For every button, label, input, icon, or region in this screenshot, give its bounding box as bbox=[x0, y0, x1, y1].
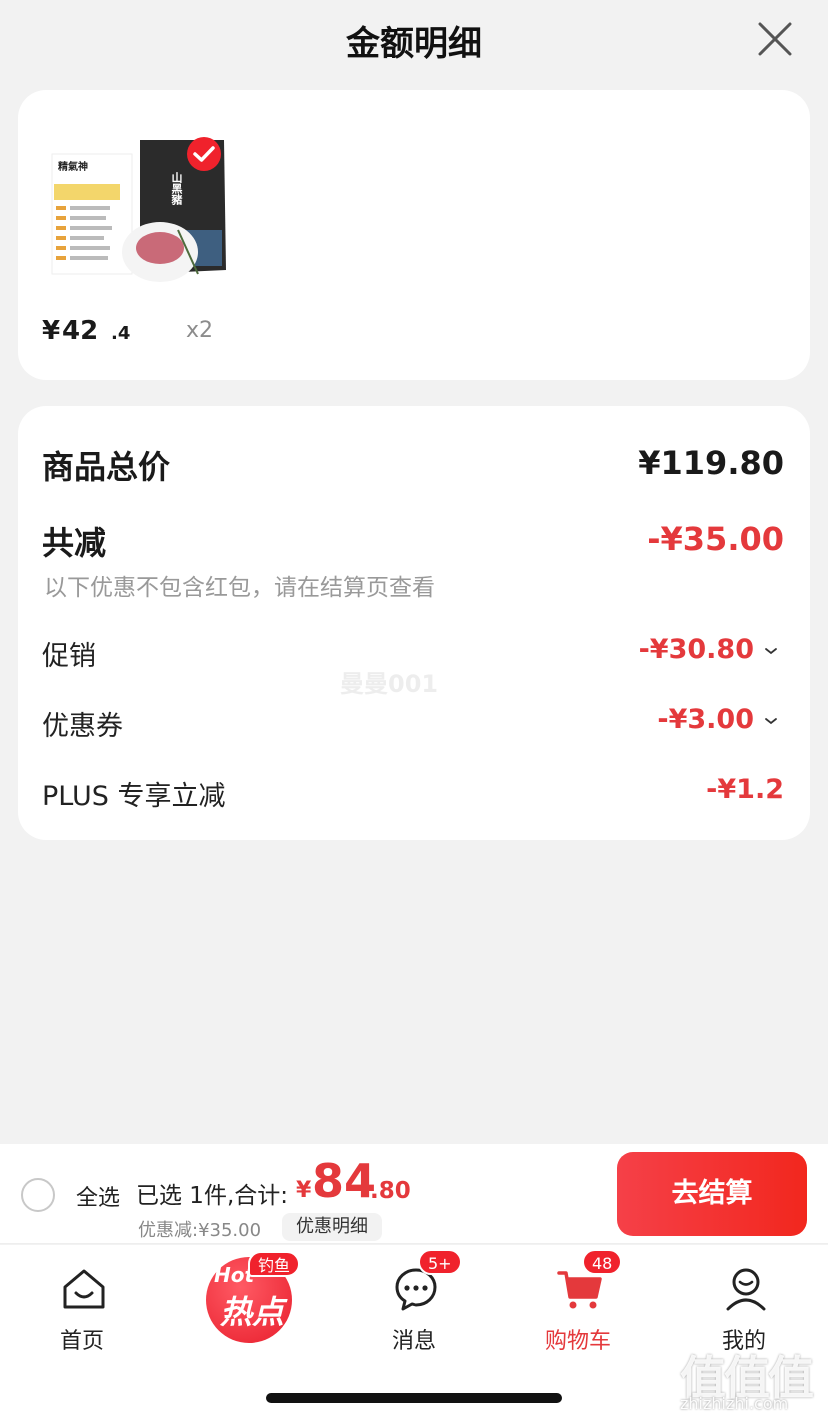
total-price-label: 商品总价 bbox=[42, 448, 171, 486]
checkout-button[interactable]: 去结算 bbox=[617, 1152, 807, 1236]
tab-home[interactable]: 首页 bbox=[22, 1255, 142, 1355]
messages-badge: 5+ bbox=[418, 1249, 462, 1275]
tab-messages[interactable]: 消息 5+ bbox=[354, 1249, 474, 1355]
total-reduce-value: -¥35.00 bbox=[647, 520, 784, 558]
plus-label: PLUS 专享立减 bbox=[42, 781, 226, 812]
total-integer: 84 bbox=[312, 1154, 377, 1208]
coupon-value[interactable]: -¥3.00 bbox=[657, 704, 754, 735]
chevron-down-icon[interactable] bbox=[764, 716, 778, 726]
user-icon bbox=[726, 1268, 766, 1311]
home-icon bbox=[63, 1269, 105, 1309]
price-symbol: ¥ bbox=[42, 316, 61, 346]
price-summary-card: 商品总价 ¥119.80 共减 -¥35.00 以下优惠不包含红包，请在结算页查… bbox=[18, 406, 810, 840]
discount-note: 以下优惠不包含红包，请在结算页查看 bbox=[44, 575, 435, 601]
selected-check-icon[interactable] bbox=[186, 136, 222, 172]
brand-label: 精氣神 bbox=[58, 162, 88, 173]
price-decimal: .4 bbox=[111, 323, 131, 344]
user-watermark: 曼曼001 bbox=[340, 670, 439, 698]
checkout-bar: 全选 已选 1件,合计: ¥ 84 .80 优惠减:¥35.00 优惠明细 去结… bbox=[0, 1144, 828, 1244]
select-all-label[interactable]: 全选 bbox=[76, 1180, 120, 1212]
total-reduce-label: 共减 bbox=[42, 524, 107, 562]
select-all-checkbox[interactable] bbox=[21, 1178, 55, 1212]
site-watermark-url: zhizhizhi.com bbox=[680, 1394, 789, 1413]
tab-cart[interactable]: 购物车 48 bbox=[518, 1249, 638, 1355]
selected-count-text: 已选 1件,合计: bbox=[136, 1183, 289, 1209]
discount-summary: 优惠减:¥35.00 bbox=[138, 1220, 262, 1241]
tab-cart-label: 购物车 bbox=[544, 1329, 611, 1354]
close-icon[interactable] bbox=[756, 20, 794, 58]
promo-value[interactable]: -¥30.80 bbox=[639, 634, 754, 665]
bag-label: 山黑豬 bbox=[170, 172, 183, 205]
discount-detail-button[interactable]: 优惠明细 bbox=[282, 1213, 382, 1241]
total-decimal: .80 bbox=[370, 1178, 411, 1204]
tab-mine[interactable]: 我的 bbox=[684, 1255, 804, 1355]
promo-label: 促销 bbox=[42, 641, 96, 672]
chevron-down-icon[interactable] bbox=[764, 646, 778, 656]
total-symbol: ¥ bbox=[296, 1178, 312, 1203]
hot-tag-badge: 钓鱼 bbox=[248, 1251, 301, 1277]
coupon-label: 优惠券 bbox=[42, 711, 123, 742]
header: 金额明细 bbox=[0, 0, 828, 82]
hot-cn-label: 热点 bbox=[220, 1293, 285, 1331]
tab-messages-label: 消息 bbox=[391, 1329, 436, 1354]
plus-value: -¥1.2 bbox=[706, 774, 784, 805]
tab-home-label: 首页 bbox=[59, 1329, 104, 1354]
quantity: x2 bbox=[186, 318, 214, 343]
product-card: 精氣神 山黑豬 ¥ 42 .4 x2 bbox=[18, 90, 810, 380]
price-integer: 42 bbox=[62, 316, 99, 346]
page-title: 金额明细 bbox=[346, 24, 482, 64]
total-price-value: ¥119.80 bbox=[638, 444, 784, 482]
cart-badge: 48 bbox=[582, 1249, 623, 1275]
home-indicator bbox=[266, 1393, 562, 1403]
